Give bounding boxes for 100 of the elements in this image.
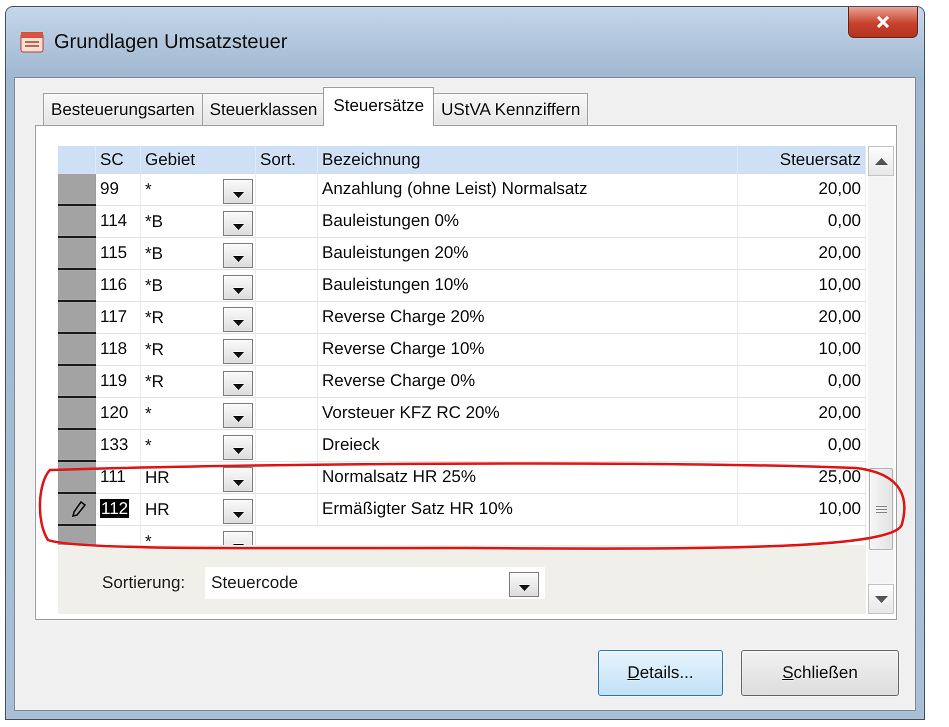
area-text: *R [145,306,164,328]
area-text: *R [145,370,164,392]
sort-dropdown[interactable]: Steuercode [205,567,546,599]
dropdown-button[interactable] [223,210,253,236]
column-header[interactable]: Gebiet [141,146,256,174]
scroll-thumb[interactable] [869,468,893,550]
selected-code[interactable]: 112 [100,499,130,518]
app-icon [20,31,44,53]
dropdown-button[interactable] [223,178,253,204]
scroll-down-button[interactable] [868,584,894,614]
table-cell: 20,00 [738,238,866,270]
table-cell: 0,00 [738,206,866,238]
area-text: *B [145,210,163,232]
details-button[interactable]: Details... [598,650,723,696]
row-selector[interactable] [58,206,96,238]
area-text: *R [145,338,164,360]
dropdown-button[interactable] [223,242,253,268]
table-cell: Bauleistungen 10% [318,270,738,302]
tab[interactable]: Steuersätze [323,87,434,126]
table-cell: 99 [96,174,141,206]
area-text: *B [145,274,163,296]
caret-icon [232,192,244,198]
column-header[interactable]: Sort. [256,146,318,174]
table-cell: 0,00 [738,366,866,398]
table-cell: 10,00 [738,494,866,526]
table-cell: 116 [96,270,141,302]
header-corner [58,146,96,174]
caret-icon [518,585,530,591]
pencil-icon [72,501,86,517]
table-cell: 115 [96,238,141,270]
row-selector[interactable] [58,270,96,302]
area-text: HR [145,466,170,488]
column-header[interactable]: Bezeichnung [318,146,738,174]
caret-icon [232,224,244,230]
sort-value: Steuercode [211,573,298,593]
row-selector[interactable] [58,462,96,494]
row-selector[interactable] [58,366,96,398]
window-title: Grundlagen Umsatzsteuer [54,30,288,54]
arrow-up-icon [874,158,888,164]
caret-icon [232,512,244,518]
tab[interactable]: Steuerklassen [202,93,326,126]
table-cell: 111 [96,462,141,494]
row-selector[interactable] [58,302,96,334]
dropdown-button[interactable] [223,402,253,428]
close-dialog-button[interactable]: Schließen [741,650,899,696]
row-selector[interactable] [58,430,96,462]
close-icon [876,16,890,28]
column-header[interactable]: SC [96,146,141,174]
grip-icon [876,506,886,512]
arrow-down-icon [874,596,888,602]
column-header[interactable]: Steuersatz [738,146,866,174]
dropdown-button[interactable] [223,274,253,300]
area-text: HR [145,498,170,520]
table-cell: 117 [96,302,141,334]
row-selector[interactable] [58,238,96,270]
area-text: * [145,530,152,545]
area-text: * [145,402,152,424]
dropdown-button[interactable] [223,434,253,460]
table-cell: Bauleistungen 20% [318,238,738,270]
table-cell: Normalsatz HR 25% [318,462,738,494]
area-text: * [145,178,152,200]
table-cell: Reverse Charge 10% [318,334,738,366]
scroll-up-button[interactable] [868,146,894,176]
caret-icon [232,384,244,390]
caret-icon [232,448,244,454]
table-cell: 114 [96,206,141,238]
table-cell: 118 [96,334,141,366]
table-cell: Anzahlung (ohne Leist) Normalsatz [318,174,738,206]
table-cell: Dreieck [318,430,738,462]
table-cell: 20,00 [738,174,866,206]
caret-icon [232,352,244,358]
row-selector[interactable] [58,494,96,526]
table-cell: 133 [96,430,141,462]
area-text: *B [145,242,163,264]
table-cell: Reverse Charge 0% [318,366,738,398]
table-cell: Bauleistungen 0% [318,206,738,238]
caret-icon [232,480,244,486]
area-text: * [145,434,152,456]
tab[interactable]: UStVA Kennziffern [433,93,588,126]
caret-icon [232,416,244,422]
table-cell: 25,00 [738,462,866,494]
dropdown-button[interactable] [223,370,253,396]
row-selector[interactable] [58,334,96,366]
dropdown-button[interactable] [223,306,253,332]
table-cell: 10,00 [738,334,866,366]
close-button[interactable] [848,7,918,38]
caret-icon [232,288,244,294]
caret-icon [232,256,244,262]
dropdown-button[interactable] [223,338,253,364]
dropdown-button[interactable] [223,498,253,524]
dropdown-button[interactable] [223,466,253,492]
table-cell: 0,00 [738,430,866,462]
row-selector[interactable] [58,174,96,206]
table-cell: Ermäßigter Satz HR 10% [318,494,738,526]
tab[interactable]: Besteuerungsarten [43,93,203,126]
scrollbar[interactable] [868,146,894,614]
table-cell: 119 [96,366,141,398]
row-selector[interactable] [58,398,96,430]
table-cell: 20,00 [738,302,866,334]
dropdown-button[interactable] [509,572,540,597]
